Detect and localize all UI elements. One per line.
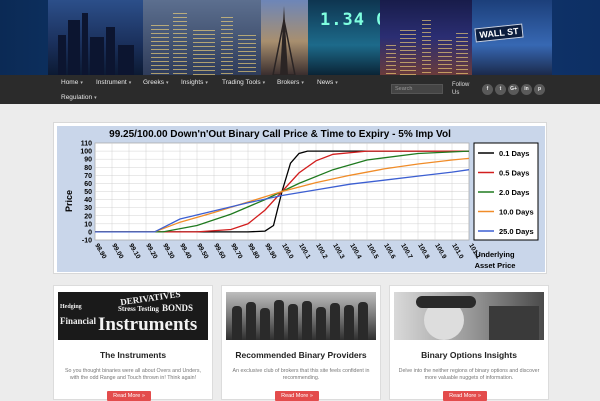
chevron-down-icon: ▾ [301, 80, 304, 86]
card-insights: Binary Options Insights Delve into the n… [389, 285, 549, 401]
chevron-down-icon: ▾ [205, 80, 208, 86]
chevron-down-icon: ▾ [262, 80, 266, 86]
nav-item-home[interactable]: Home ▾ [61, 78, 83, 88]
nav-item-greeks[interactable]: Greeks ▾ [143, 78, 168, 88]
image-word: Hedging [60, 304, 82, 310]
pinterest-icon[interactable]: p [534, 84, 545, 95]
card-title: The Instruments [99, 350, 167, 360]
image-word: Instruments [98, 314, 198, 335]
y-tick-label: 30 [84, 205, 92, 212]
banner-city-image [48, 0, 143, 75]
banner-eiffel-image [261, 0, 308, 75]
y-tick-label: 100 [80, 149, 92, 156]
chevron-down-icon: ▾ [165, 80, 169, 86]
header-banner: 1.34 0 WALL ST [0, 0, 600, 75]
card-text: So you thought binaries were all about O… [64, 368, 202, 381]
chevron-down-icon: ▾ [128, 80, 132, 86]
card-title: Recommended Binary Providers [235, 350, 367, 360]
chart-x-label-line1: Underlying [475, 250, 515, 259]
legend-label: 0.1 Days [499, 149, 529, 158]
nav-item-brokers[interactable]: Brokers ▾ [277, 78, 304, 88]
y-tick-label: -10 [82, 238, 92, 245]
providers-image [226, 292, 376, 340]
insights-image [394, 292, 544, 340]
y-tick-label: 20 [84, 213, 92, 220]
nav-item-trading-tools[interactable]: Trading Tools ▾ [222, 78, 265, 88]
follow-us-label: Follow Us [452, 82, 470, 96]
image-word: BONDS [162, 303, 194, 313]
y-tick-label: 90 [84, 157, 92, 164]
binary-price-chart: 99.25/100.00 Down'n'Out Binary Call Pric… [57, 126, 545, 272]
y-tick-label: 80 [84, 165, 92, 172]
legend-label: 2.0 Days [499, 188, 529, 197]
chart-x-label-line2: Asset Price [475, 261, 516, 270]
twitter-icon[interactable]: t [495, 84, 506, 95]
chart-card: 99.25/100.00 Down'n'Out Binary Call Pric… [53, 122, 547, 274]
legend-label: 0.5 Days [499, 169, 529, 178]
banner-ticker-text: 1.34 0 [320, 10, 388, 30]
linkedin-icon[interactable]: in [521, 84, 532, 95]
y-tick-label: 50 [84, 189, 92, 196]
search-input[interactable]: Search [391, 84, 443, 94]
legend-label: 10.0 Days [499, 208, 534, 217]
nav-item-instrument[interactable]: Instrument ▾ [96, 78, 131, 88]
y-tick-label: 110 [81, 141, 92, 148]
y-tick-label: 10 [84, 221, 92, 228]
card-providers: Recommended Binary Providers An exclusiv… [221, 285, 381, 401]
y-tick-label: 0 [88, 229, 92, 236]
chevron-down-icon: ▾ [335, 80, 338, 86]
card-instruments: DERIVATIVES Stress Testing BONDS Hedging… [53, 285, 213, 401]
chart-title: 99.25/100.00 Down'n'Out Binary Call Pric… [109, 129, 451, 140]
card-text: Delve into the neither regions of binary… [398, 368, 540, 381]
nav-item-regulation[interactable]: Regulation ▾ [61, 93, 97, 103]
y-tick-label: 40 [84, 197, 92, 204]
image-word: Stress Testing [118, 305, 159, 313]
facebook-icon[interactable]: f [482, 84, 493, 95]
instruments-image: DERIVATIVES Stress Testing BONDS Hedging… [58, 292, 208, 340]
banner-downtown-image [143, 0, 261, 75]
google-plus-icon[interactable]: G+ [508, 84, 519, 95]
y-tick-label: 60 [84, 181, 92, 188]
chevron-down-icon: ▾ [80, 80, 83, 86]
banner-night-city-image [380, 0, 472, 75]
chevron-down-icon: ▾ [94, 95, 97, 101]
legend-label: 25.0 Days [499, 227, 534, 236]
chart-y-label: Price [64, 190, 74, 212]
card-title: Binary Options Insights [421, 350, 517, 360]
nav-item-insights[interactable]: Insights ▾ [181, 78, 208, 88]
y-tick-label: 70 [84, 173, 92, 180]
card-text: An exclusive club of brokers that this s… [232, 368, 370, 381]
image-word: Financial [60, 316, 97, 326]
nav-item-news[interactable]: News ▾ [317, 78, 338, 88]
